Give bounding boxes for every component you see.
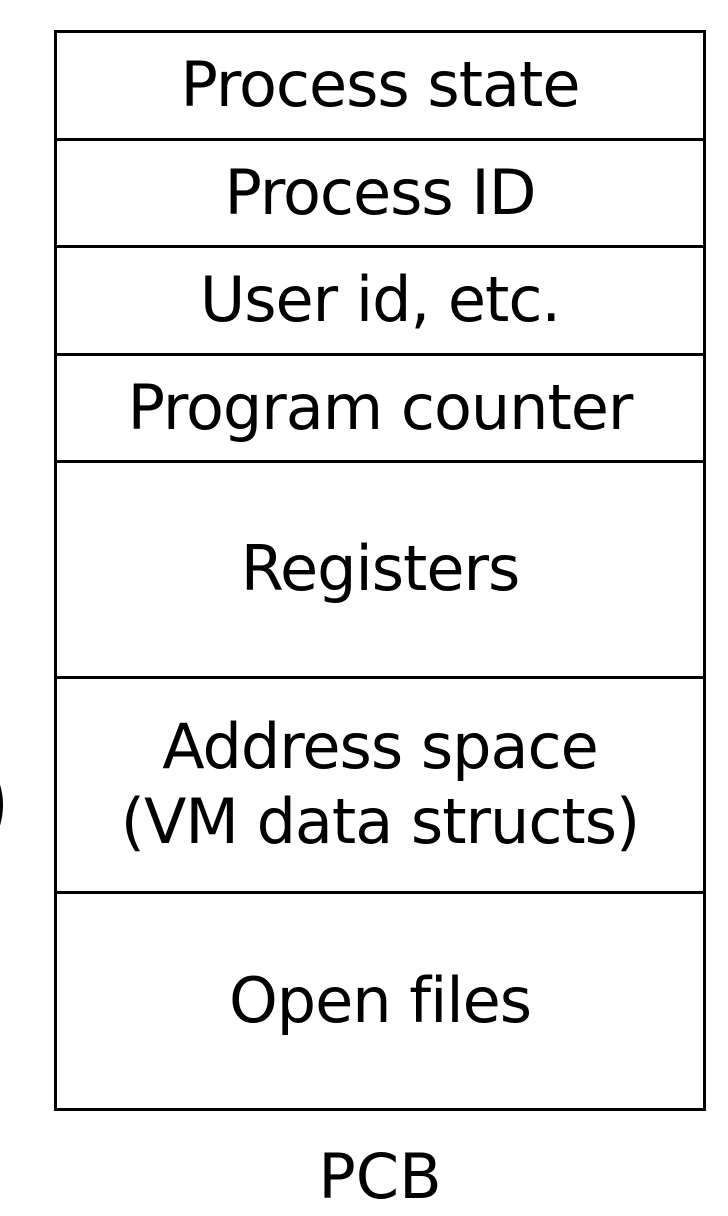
pcb-field-label: Open files [228,963,532,1037]
pcb-field-label-line2: (VM data structs) [120,784,640,858]
pcb-field-user-id: User id, etc. [57,248,703,356]
pcb-field-label: Program counter [127,370,634,444]
pcb-field-open-files: Open files [57,894,703,1108]
pcb-field-process-id: Process ID [57,141,703,249]
pcb-field-address-space: Address space (VM data structs) [57,679,703,894]
pcb-field-program-counter: Program counter [57,356,703,464]
pcb-caption: PCB [318,1140,442,1213]
pcb-field-label: User id, etc. [199,263,561,337]
pcb-field-label: Registers [240,532,521,606]
pcb-field-label: Process ID [224,155,537,229]
pcb-field-process-state: Process state [57,33,703,141]
pcb-field-registers: Registers [57,463,703,679]
clipped-paren-mark [0,784,3,826]
pcb-table: Process state Process ID User id, etc. P… [54,30,706,1111]
pcb-field-label: Process state [180,48,581,122]
pcb-field-label-line1: Address space [162,710,599,784]
